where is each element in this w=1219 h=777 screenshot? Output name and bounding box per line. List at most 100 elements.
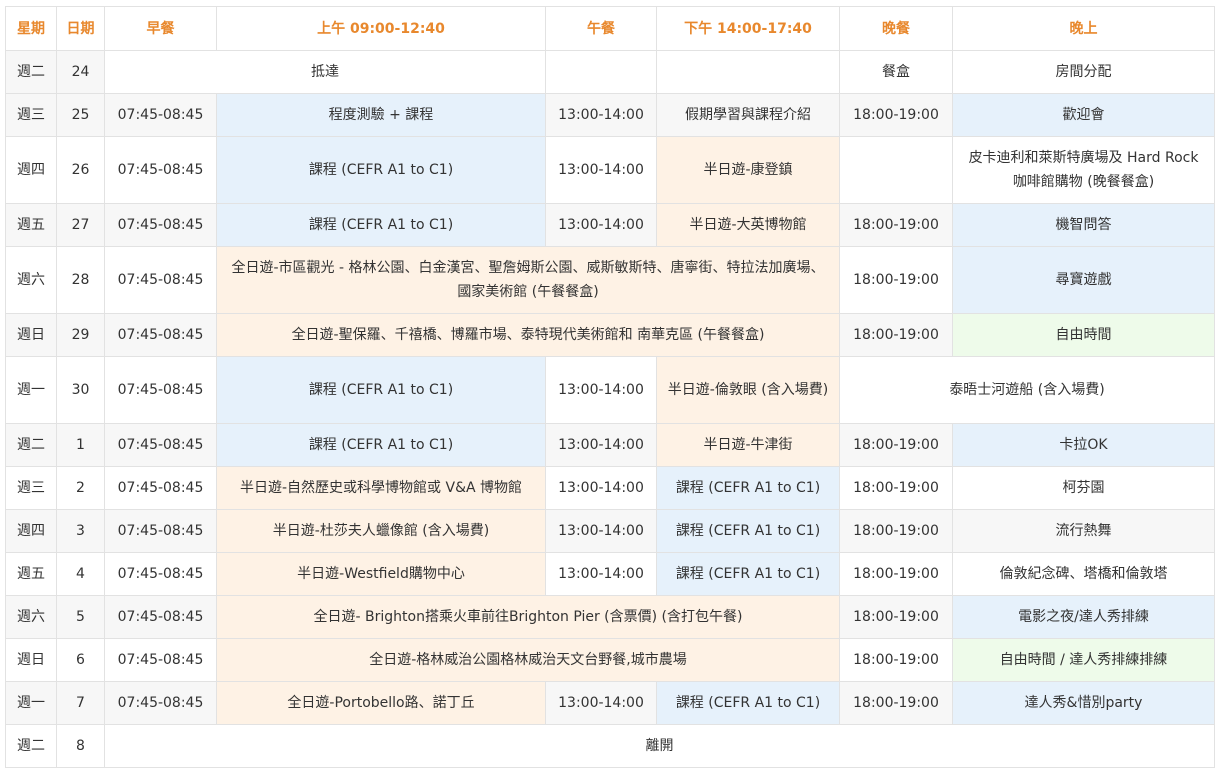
afternoon-cell: 半日遊-倫敦眼 (含入場費) bbox=[656, 356, 840, 424]
weekday-cell: 週一 bbox=[5, 681, 57, 725]
evening-cell: 自由時間 bbox=[952, 313, 1215, 357]
date-cell: 1 bbox=[56, 423, 105, 467]
table-row: 週日 6 07:45-08:45 全日遊-格林威治公園格林威治天文台野餐,城市農… bbox=[5, 638, 1215, 682]
weekday-cell: 週六 bbox=[5, 595, 57, 639]
departure-cell: 離開 bbox=[104, 724, 1215, 768]
breakfast-cell: 07:45-08:45 bbox=[104, 466, 217, 510]
morning-cell: 課程 (CEFR A1 to C1) bbox=[216, 356, 546, 424]
evening-cell: 柯芬園 bbox=[952, 466, 1215, 510]
header-breakfast: 早餐 bbox=[104, 6, 217, 51]
lunch-cell: 13:00-14:00 bbox=[545, 203, 657, 247]
morning-cell: 課程 (CEFR A1 to C1) bbox=[216, 136, 546, 204]
afternoon-cell: 半日遊-康登鎮 bbox=[656, 136, 840, 204]
weekday-cell: 週三 bbox=[5, 466, 57, 510]
table-row: 週二 8 離開 bbox=[5, 724, 1215, 768]
afternoon-cell: 課程 (CEFR A1 to C1) bbox=[656, 509, 840, 553]
breakfast-cell: 07:45-08:45 bbox=[104, 681, 217, 725]
morning-cell: 半日遊-自然歷史或科學博物館或 V&A 博物館 bbox=[216, 466, 546, 510]
dinner-cell: 18:00-19:00 bbox=[839, 246, 953, 314]
date-cell: 25 bbox=[56, 93, 105, 137]
dinner-cell: 18:00-19:00 bbox=[839, 423, 953, 467]
table-row: 週一 30 07:45-08:45 課程 (CEFR A1 to C1) 13:… bbox=[5, 356, 1215, 424]
weekday-cell: 週一 bbox=[5, 356, 57, 424]
header-morning: 上午 09:00-12:40 bbox=[216, 6, 546, 51]
evening-cell: 歡迎會 bbox=[952, 93, 1215, 137]
table-row: 週二 1 07:45-08:45 課程 (CEFR A1 to C1) 13:0… bbox=[5, 423, 1215, 467]
dinner-cell: 18:00-19:00 bbox=[839, 681, 953, 725]
date-cell: 28 bbox=[56, 246, 105, 314]
table-row: 週四 26 07:45-08:45 課程 (CEFR A1 to C1) 13:… bbox=[5, 136, 1215, 204]
dinner-cell: 18:00-19:00 bbox=[839, 552, 953, 596]
weekday-cell: 週日 bbox=[5, 313, 57, 357]
weekday-cell: 週二 bbox=[5, 724, 57, 768]
date-cell: 29 bbox=[56, 313, 105, 357]
dinner-cell: 18:00-19:00 bbox=[839, 509, 953, 553]
afternoon-cell: 半日遊-牛津街 bbox=[656, 423, 840, 467]
dinner-cell: 18:00-19:00 bbox=[839, 313, 953, 357]
lunch-cell: 13:00-14:00 bbox=[545, 423, 657, 467]
dinner-cell: 18:00-19:00 bbox=[839, 595, 953, 639]
morning-cell: 課程 (CEFR A1 to C1) bbox=[216, 423, 546, 467]
morning-cell: 半日遊-Westfield購物中心 bbox=[216, 552, 546, 596]
dinner-cell: 18:00-19:00 bbox=[839, 203, 953, 247]
lunch-cell: 13:00-14:00 bbox=[545, 136, 657, 204]
date-cell: 6 bbox=[56, 638, 105, 682]
schedule-table: 星期 日期 早餐 上午 09:00-12:40 午餐 下午 14:00-17:4… bbox=[5, 6, 1215, 768]
table-row: 週四 3 07:45-08:45 半日遊-杜莎夫人蠟像館 (含入場費) 13:0… bbox=[5, 509, 1215, 553]
weekday-cell: 週六 bbox=[5, 246, 57, 314]
full-day-trip-cell: 全日遊-市區觀光 - 格林公園、白金漢宮、聖詹姆斯公園、威斯敏斯特、唐寧街、特拉… bbox=[216, 246, 840, 314]
lunch-cell: 13:00-14:00 bbox=[545, 466, 657, 510]
date-cell: 4 bbox=[56, 552, 105, 596]
evening-cell: 皮卡迪利和萊斯特廣場及 Hard Rock 咖啡館購物 (晚餐餐盒) bbox=[952, 136, 1215, 204]
weekday-cell: 週二 bbox=[5, 423, 57, 467]
table-row: 週六 28 07:45-08:45 全日遊-市區觀光 - 格林公園、白金漢宮、聖… bbox=[5, 246, 1215, 314]
dinner-cell: 18:00-19:00 bbox=[839, 93, 953, 137]
header-date: 日期 bbox=[56, 6, 105, 51]
evening-cell: 倫敦紀念碑、塔橋和倫敦塔 bbox=[952, 552, 1215, 596]
date-cell: 8 bbox=[56, 724, 105, 768]
table-row: 週三 2 07:45-08:45 半日遊-自然歷史或科學博物館或 V&A 博物館… bbox=[5, 466, 1215, 510]
table-row: 週一 7 07:45-08:45 全日遊-Portobello路、諾丁丘 13:… bbox=[5, 681, 1215, 725]
evening-cell: 機智問答 bbox=[952, 203, 1215, 247]
date-cell: 2 bbox=[56, 466, 105, 510]
date-cell: 26 bbox=[56, 136, 105, 204]
dinner-cell: 18:00-19:00 bbox=[839, 638, 953, 682]
date-cell: 7 bbox=[56, 681, 105, 725]
lunch-cell bbox=[545, 50, 657, 94]
date-cell: 27 bbox=[56, 203, 105, 247]
evening-cruise-cell: 泰晤士河遊船 (含入場費) bbox=[839, 356, 1215, 424]
lunch-cell: 13:00-14:00 bbox=[545, 681, 657, 725]
header-lunch: 午餐 bbox=[545, 6, 657, 51]
evening-cell: 房間分配 bbox=[952, 50, 1215, 94]
header-row: 星期 日期 早餐 上午 09:00-12:40 午餐 下午 14:00-17:4… bbox=[5, 6, 1215, 51]
table-row: 週二 24 抵達 餐盒 房間分配 bbox=[5, 50, 1215, 94]
afternoon-cell bbox=[656, 50, 840, 94]
evening-cell: 卡拉OK bbox=[952, 423, 1215, 467]
lunch-cell: 13:00-14:00 bbox=[545, 356, 657, 424]
header-dinner: 晚餐 bbox=[839, 6, 953, 51]
table-row: 週六 5 07:45-08:45 全日遊- Brighton搭乘火車前往Brig… bbox=[5, 595, 1215, 639]
header-weekday: 星期 bbox=[5, 6, 57, 51]
header-evening: 晚上 bbox=[952, 6, 1215, 51]
breakfast-cell: 07:45-08:45 bbox=[104, 203, 217, 247]
lunch-cell: 13:00-14:00 bbox=[545, 552, 657, 596]
lunch-cell: 13:00-14:00 bbox=[545, 509, 657, 553]
evening-cell: 達人秀&惜別party bbox=[952, 681, 1215, 725]
breakfast-cell: 07:45-08:45 bbox=[104, 246, 217, 314]
evening-cell: 電影之夜/達人秀排練 bbox=[952, 595, 1215, 639]
table-row: 週三 25 07:45-08:45 程度測驗 + 課程 13:00-14:00 … bbox=[5, 93, 1215, 137]
full-day-trip-cell: 全日遊- Brighton搭乘火車前往Brighton Pier (含票價) (… bbox=[216, 595, 840, 639]
breakfast-cell: 07:45-08:45 bbox=[104, 356, 217, 424]
breakfast-cell: 07:45-08:45 bbox=[104, 136, 217, 204]
lunch-cell: 13:00-14:00 bbox=[545, 93, 657, 137]
dinner-cell: 18:00-19:00 bbox=[839, 466, 953, 510]
weekday-cell: 週三 bbox=[5, 93, 57, 137]
breakfast-cell: 07:45-08:45 bbox=[104, 93, 217, 137]
table-row: 週日 29 07:45-08:45 全日遊-聖保羅、千禧橋、博羅市場、泰特現代美… bbox=[5, 313, 1215, 357]
evening-cell: 自由時間 / 達人秀排練排練 bbox=[952, 638, 1215, 682]
table-row: 週五 27 07:45-08:45 課程 (CEFR A1 to C1) 13:… bbox=[5, 203, 1215, 247]
morning-cell: 全日遊-Portobello路、諾丁丘 bbox=[216, 681, 546, 725]
afternoon-cell: 課程 (CEFR A1 to C1) bbox=[656, 552, 840, 596]
full-day-trip-cell: 全日遊-格林威治公園格林威治天文台野餐,城市農場 bbox=[216, 638, 840, 682]
breakfast-cell: 07:45-08:45 bbox=[104, 552, 217, 596]
